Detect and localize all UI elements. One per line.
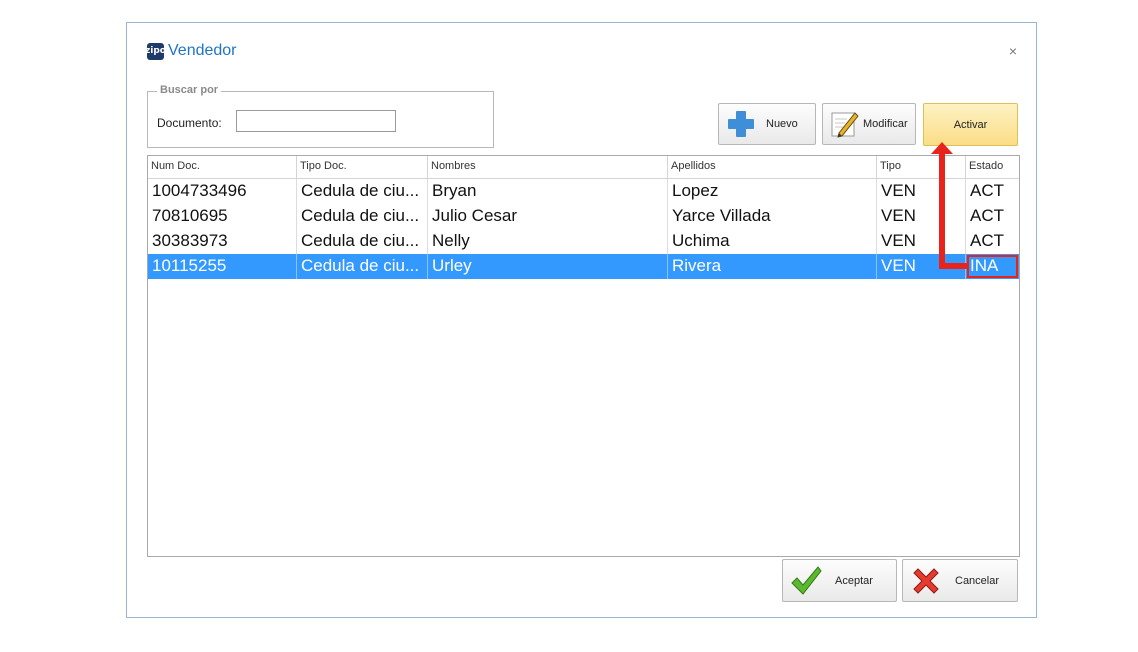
cancel-button-label: Cancelar	[955, 574, 1000, 587]
cell-tipo: VEN	[877, 254, 966, 279]
activate-button-label: Activar	[953, 118, 988, 131]
cell-apellidos: Rivera	[668, 254, 877, 279]
cell-nombres: Bryan	[428, 179, 668, 204]
accept-button[interactable]: Aceptar	[782, 559, 897, 602]
checkmark-icon	[791, 565, 822, 595]
cell-tipo: VEN	[877, 229, 966, 254]
modify-button[interactable]: Modificar	[822, 103, 916, 145]
cell-nombres: Nelly	[428, 229, 668, 254]
document-label: Documento:	[157, 116, 222, 130]
cell-estado: ACT	[970, 231, 1004, 250]
search-group-legend: Buscar por	[157, 84, 222, 96]
cell-nombres: Urley	[428, 254, 668, 279]
cell-apellidos: Lopez	[668, 179, 877, 204]
table-row[interactable]: 30383973 Cedula de ciu... Nelly Uchima V…	[148, 229, 1019, 254]
column-header-tipo-doc[interactable]: Tipo Doc.	[297, 156, 428, 178]
title-bar: zipo Vendedor	[145, 41, 237, 61]
cell-tipo-doc: Cedula de ciu...	[297, 229, 428, 254]
cell-tipo-doc: Cedula de ciu...	[297, 204, 428, 229]
cell-num-doc: 10115255	[148, 254, 297, 279]
cancel-button[interactable]: Cancelar	[902, 559, 1018, 602]
close-icon[interactable]: ×	[1009, 43, 1017, 59]
table-row[interactable]: 1004733496 Cedula de ciu... Bryan Lopez …	[148, 179, 1019, 204]
column-header-num-doc[interactable]: Num Doc.	[148, 156, 297, 178]
cell-num-doc: 30383973	[148, 229, 297, 254]
plus-icon	[726, 109, 756, 139]
cell-nombres: Julio Cesar	[428, 204, 668, 229]
cell-num-doc: 1004733496	[148, 179, 297, 204]
column-header-tipo[interactable]: Tipo	[877, 156, 966, 178]
modify-button-label: Modificar	[863, 118, 908, 130]
cell-apellidos: Yarce Villada	[668, 204, 877, 229]
new-button[interactable]: Nuevo	[718, 103, 816, 145]
document-input[interactable]	[236, 110, 396, 132]
cell-tipo-doc: Cedula de ciu...	[297, 179, 428, 204]
cell-tipo-doc: Cedula de ciu...	[297, 254, 428, 279]
column-header-apellidos[interactable]: Apellidos	[668, 156, 877, 178]
table-header: Num Doc. Tipo Doc. Nombres Apellidos Tip…	[148, 156, 1019, 179]
new-button-label: Nuevo	[766, 118, 798, 130]
vendors-table: Num Doc. Tipo Doc. Nombres Apellidos Tip…	[147, 155, 1020, 557]
column-header-nombres[interactable]: Nombres	[428, 156, 668, 178]
table-row-selected[interactable]: 10115255 Cedula de ciu... Urley Rivera V…	[148, 254, 1019, 279]
pencil-icon	[831, 112, 859, 138]
cell-tipo: VEN	[877, 204, 966, 229]
cell-tipo: VEN	[877, 179, 966, 204]
accept-button-label: Aceptar	[835, 574, 873, 587]
vendedor-dialog: zipo Vendedor × Buscar por Documento: Nu…	[126, 22, 1037, 618]
table-row[interactable]: 70810695 Cedula de ciu... Julio Cesar Ya…	[148, 204, 1019, 229]
app-logo-icon: zipo	[145, 42, 166, 60]
dialog-title: Vendedor	[168, 42, 237, 59]
cell-apellidos: Uchima	[668, 229, 877, 254]
cell-num-doc: 70810695	[148, 204, 297, 229]
search-group: Buscar por Documento:	[147, 84, 494, 148]
column-header-estado[interactable]: Estado	[966, 156, 1019, 178]
cell-estado: ACT	[970, 181, 1004, 200]
cell-estado: ACT	[970, 206, 1004, 225]
activate-button[interactable]: Activar	[923, 103, 1018, 146]
cell-estado-highlighted: INA	[966, 254, 1019, 279]
red-x-icon	[913, 567, 939, 594]
